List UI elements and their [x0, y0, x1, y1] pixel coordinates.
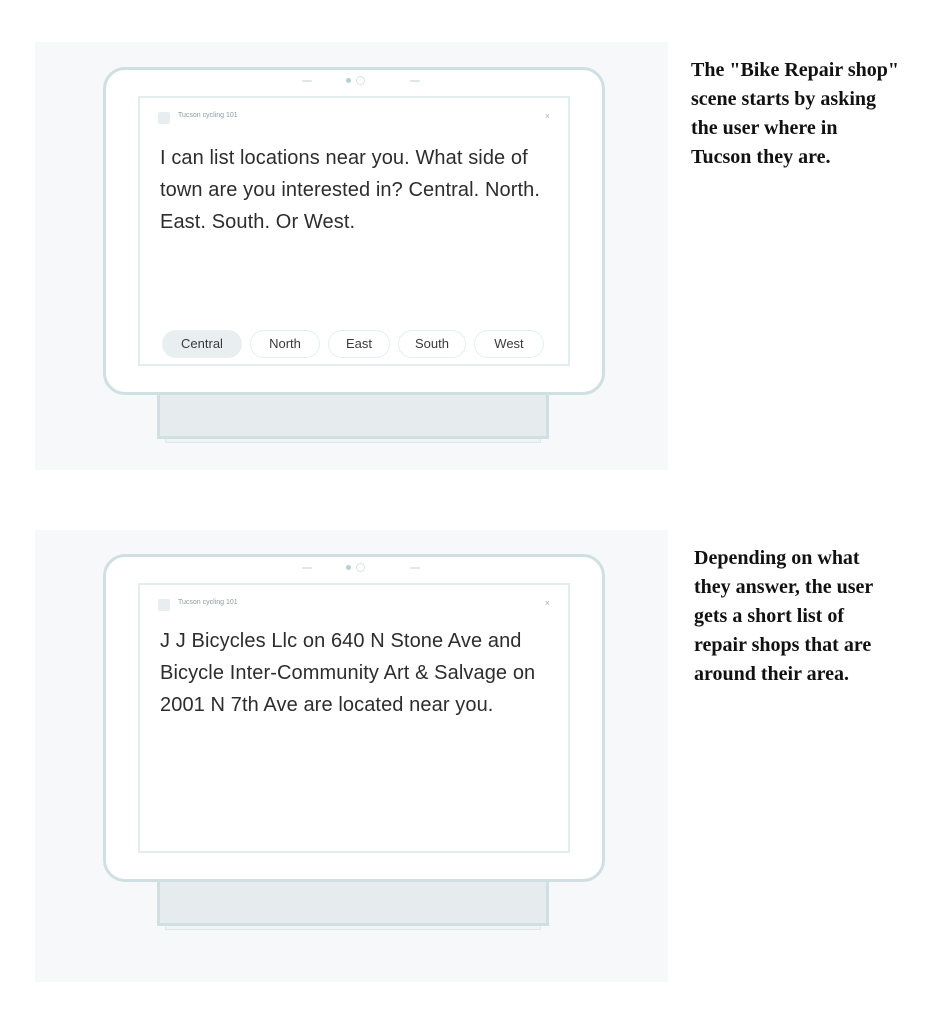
- sensor-dash: [410, 567, 420, 569]
- smart-display-frame: Tucson cycling 101 × I can list location…: [103, 67, 605, 395]
- chip-north[interactable]: North: [250, 330, 320, 358]
- assistant-screen: Tucson cycling 101 × J J Bicycles Llc on…: [138, 583, 570, 853]
- chip-east[interactable]: East: [328, 330, 390, 358]
- device-mockup-panel-2: Tucson cycling 101 × J J Bicycles Llc on…: [35, 530, 668, 982]
- device-stand: [157, 882, 549, 926]
- app-header: Tucson cycling 101 ×: [158, 597, 550, 613]
- device-stand-base: [165, 439, 541, 443]
- camera-dot-icon: [346, 78, 351, 83]
- caption-results: Depending on what they answer, the user …: [694, 547, 874, 685]
- camera-dot-icon: [346, 565, 351, 570]
- close-icon[interactable]: ×: [545, 111, 550, 121]
- close-icon[interactable]: ×: [545, 598, 550, 608]
- assistant-response-text: I can list locations near you. What side…: [160, 147, 541, 233]
- device-mockup-panel-1: Tucson cycling 101 × I can list location…: [35, 42, 668, 470]
- assistant-response-text: J J Bicycles Llc on 640 N Stone Ave and …: [160, 630, 536, 716]
- app-name: Tucson cycling 101: [178, 599, 238, 606]
- app-icon: [158, 112, 170, 124]
- sensor-dash: [410, 80, 420, 82]
- suggestion-chips: Central North East South West: [162, 330, 562, 358]
- camera-ring-icon: [356, 563, 365, 572]
- smart-display-frame: Tucson cycling 101 × J J Bicycles Llc on…: [103, 554, 605, 882]
- app-header: Tucson cycling 101 ×: [158, 110, 550, 126]
- caption-scene-start: The "Bike Repair shop" scene starts by a…: [691, 59, 899, 168]
- app-icon: [158, 599, 170, 611]
- device-sensor-bar: [264, 76, 444, 87]
- device-stand: [157, 395, 549, 439]
- assistant-screen: Tucson cycling 101 × I can list location…: [138, 96, 570, 366]
- device-stand-base: [165, 926, 541, 930]
- chip-south[interactable]: South: [398, 330, 466, 358]
- app-name: Tucson cycling 101: [178, 112, 238, 119]
- device-sensor-bar: [264, 563, 444, 574]
- chip-west[interactable]: West: [474, 330, 544, 358]
- chip-central[interactable]: Central: [162, 330, 242, 358]
- sensor-dash: [302, 567, 312, 569]
- camera-ring-icon: [356, 76, 365, 85]
- sensor-dash: [302, 80, 312, 82]
